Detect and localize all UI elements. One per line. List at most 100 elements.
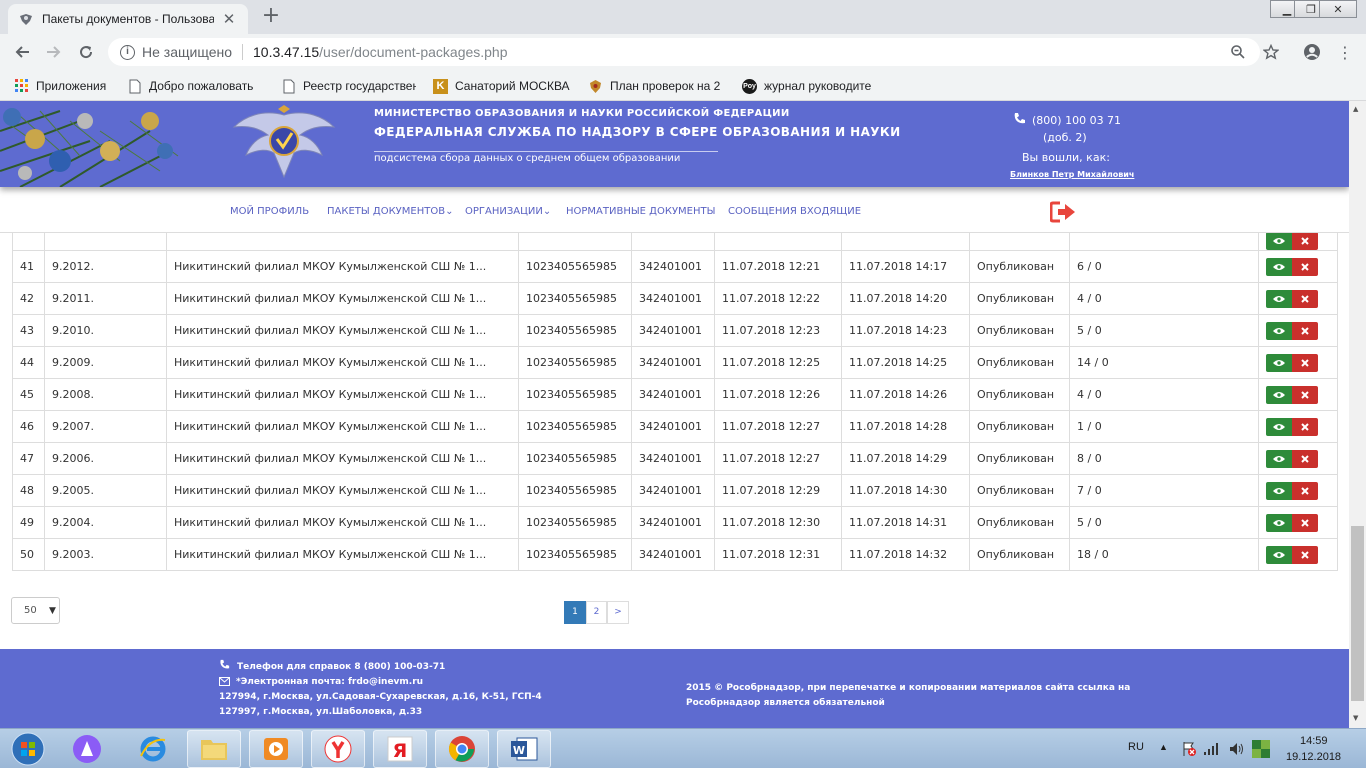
delete-button[interactable] (1292, 257, 1318, 276)
bookmark-apps[interactable]: Приложения (14, 76, 119, 96)
view-eye-button[interactable] (1266, 385, 1292, 404)
delete-button[interactable] (1292, 289, 1318, 308)
logout-icon[interactable] (1050, 201, 1076, 223)
kpp: 342401001 (631, 442, 715, 475)
alice-icon[interactable] (60, 730, 114, 768)
delete-button[interactable] (1292, 353, 1318, 372)
yandex-browser-icon[interactable] (311, 730, 365, 768)
zoom-icon[interactable] (1230, 38, 1246, 66)
media-player-icon[interactable] (249, 730, 303, 768)
clock-time[interactable]: 14:59 (1300, 735, 1328, 747)
tray-app-icon[interactable] (1252, 740, 1270, 758)
bookmark-inspection-plan[interactable]: План проверок на 2 (588, 76, 724, 96)
delete-button[interactable] (1292, 232, 1318, 250)
view-eye-button[interactable] (1266, 545, 1292, 564)
organization-name: Никитинский филиал МКОУ Кумылженской СШ … (166, 282, 519, 315)
delete-button[interactable] (1292, 449, 1318, 468)
row-number: 45 (12, 378, 45, 411)
delete-button[interactable] (1292, 321, 1318, 340)
yandex-icon[interactable]: Я (373, 730, 427, 768)
created-date: 11.07.2018 12:25 (714, 346, 842, 379)
word-icon[interactable]: W (497, 730, 551, 768)
nav-organizations[interactable]: Организации⌄ (465, 206, 551, 217)
reload-icon[interactable] (74, 40, 98, 64)
next-page-button[interactable]: > (607, 601, 629, 624)
table-cell (631, 231, 715, 251)
bookmark-sanatorium[interactable]: K Санаторий МОСКВА (433, 76, 570, 96)
nav-inbox-messages[interactable]: Сообщения входящие (728, 206, 861, 217)
view-eye-button[interactable] (1266, 449, 1292, 468)
close-x-icon (1301, 237, 1309, 245)
scrollbar-thumb[interactable] (1351, 526, 1364, 701)
scroll-down-icon[interactable]: ▼ (1353, 714, 1358, 722)
profile-account-icon[interactable] (1300, 40, 1324, 64)
page-scrollbar[interactable]: ▲ ▼ (1349, 101, 1366, 728)
row-actions (1258, 410, 1338, 443)
updated-date: 11.07.2018 14:26 (841, 378, 970, 411)
ogrn: 1023405565985 (518, 538, 632, 571)
show-hidden-icons-icon[interactable]: ▲ (1159, 742, 1168, 752)
view-eye-button[interactable] (1266, 232, 1292, 250)
table-cell (841, 231, 970, 251)
delete-button[interactable] (1292, 385, 1318, 404)
eye-icon (1273, 327, 1285, 334)
info-icon[interactable]: i (120, 44, 135, 60)
tab-close-icon[interactable]: ✕ (220, 10, 238, 28)
nav-my-profile[interactable]: Мой профиль (230, 206, 309, 217)
view-eye-button[interactable] (1266, 289, 1292, 308)
footer-copyright-line-2: Рособрнадзор является обязательной (686, 698, 885, 708)
view-eye-button[interactable] (1266, 353, 1292, 372)
table-body: 41 9.2012. Никитинский филиал МКОУ Кумылже… (12, 231, 1338, 571)
chrome-icon[interactable] (435, 730, 489, 768)
package-code: 9.2005. (44, 474, 167, 507)
table-cell (518, 231, 632, 251)
kpp: 342401001 (631, 282, 715, 315)
browser-menu-icon[interactable]: ⋮ (1333, 40, 1357, 64)
start-orb-icon[interactable] (2, 730, 54, 768)
view-eye-button[interactable] (1266, 257, 1292, 276)
created-date: 11.07.2018 12:27 (714, 410, 842, 443)
network-signal-icon[interactable] (1203, 742, 1219, 756)
page-button-1[interactable]: 1 (564, 601, 586, 624)
bookmark-welcome[interactable]: Добро пожаловать (127, 76, 257, 96)
nav-document-packages[interactable]: Пакеты документов⌄ (327, 206, 453, 217)
page-button-2[interactable]: 2 (586, 601, 607, 624)
view-eye-button[interactable] (1266, 417, 1292, 436)
window-close-icon[interactable]: ✕ (1319, 0, 1357, 18)
delete-button[interactable] (1292, 545, 1318, 564)
volume-icon[interactable] (1229, 742, 1245, 756)
scroll-up-icon[interactable]: ▲ (1353, 105, 1358, 113)
view-eye-button[interactable] (1266, 481, 1292, 500)
bookmark-registry[interactable]: Реестр государствен (281, 76, 416, 96)
created-date: 11.07.2018 12:22 (714, 282, 842, 315)
view-eye-button[interactable] (1266, 321, 1292, 340)
address-bar[interactable]: i Не защищено 10.3.47.15 /user/document-… (108, 38, 1279, 66)
created-date: 11.07.2018 12:31 (714, 538, 842, 571)
ie-icon[interactable] (126, 730, 180, 768)
kpp: 342401001 (631, 346, 715, 379)
delete-button[interactable] (1292, 481, 1318, 500)
user-name-link[interactable]: Блинков Петр Михайлович (1010, 170, 1134, 179)
back-arrow-icon[interactable] (10, 40, 34, 64)
security-label: Не защищено (142, 44, 232, 60)
delete-button[interactable] (1292, 417, 1318, 436)
updated-date: 11.07.2018 14:20 (841, 282, 970, 315)
forward-arrow-icon[interactable] (42, 40, 66, 64)
nav-normative-documents[interactable]: Нормативные документы (566, 206, 715, 217)
service-title: ФЕДЕРАЛЬНАЯ СЛУЖБА ПО НАДЗОРУ В СФЕРЕ ОБ… (374, 125, 901, 139)
browser-tab[interactable]: Пакеты документов - Пользова ✕ (8, 4, 248, 34)
bookmark-journal[interactable]: Poy журнал руководите (742, 76, 880, 96)
bookmark-star-icon[interactable] (1263, 38, 1279, 66)
view-eye-button[interactable] (1266, 513, 1292, 532)
organization-name: Никитинский филиал МКОУ Кумылженской СШ … (166, 410, 519, 443)
action-center-flag-icon[interactable] (1181, 741, 1197, 757)
new-tab-icon[interactable]: + (258, 4, 284, 30)
clock-date[interactable]: 19.12.2018 (1286, 751, 1341, 763)
row-number: 48 (12, 474, 45, 507)
per-page-select[interactable]: 50 ▼ (11, 597, 60, 624)
delete-button[interactable] (1292, 513, 1318, 532)
explorer-folder-icon[interactable] (187, 730, 241, 768)
language-indicator[interactable]: RU (1128, 741, 1144, 753)
k-logo-icon: K (433, 78, 448, 94)
bookmark-label: Санаторий МОСКВА (455, 79, 570, 93)
